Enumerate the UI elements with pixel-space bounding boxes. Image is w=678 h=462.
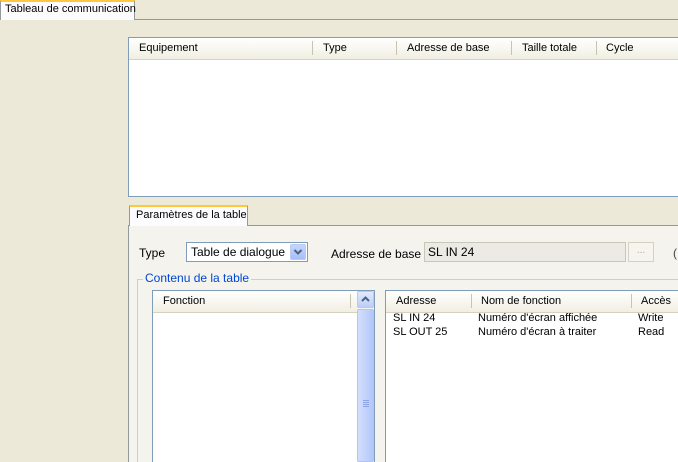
fonction-scrollbar[interactable] xyxy=(357,291,374,462)
column-separator[interactable] xyxy=(596,41,597,55)
fonction-list[interactable]: Fonction xyxy=(152,290,375,462)
column-separator[interactable] xyxy=(511,41,512,55)
fonction-list-header: Fonction xyxy=(153,291,357,313)
type-select[interactable]: Table de dialogue xyxy=(186,242,308,262)
tab-parametres-table[interactable]: Paramètres de la table xyxy=(129,205,248,226)
contenu-legend: Contenu de la table xyxy=(143,271,252,285)
column-header-equipement[interactable]: Equipement xyxy=(139,42,198,54)
type-label: Type xyxy=(139,246,166,260)
column-header-acces[interactable]: Accès xyxy=(641,295,671,307)
type-select-value: Table de dialogue xyxy=(191,245,286,259)
column-separator[interactable] xyxy=(631,294,632,308)
column-separator[interactable] xyxy=(312,41,313,55)
row-adresse: SL OUT 25 xyxy=(393,326,448,338)
column-header-cycle[interactable]: Cycle xyxy=(606,42,634,54)
column-header-adresse[interactable]: Adresse xyxy=(396,295,436,307)
browse-button[interactable]: ... xyxy=(628,242,654,262)
column-separator[interactable] xyxy=(350,294,351,308)
arrow-up-icon[interactable] xyxy=(357,291,374,308)
equipment-list[interactable]: Equipement Type Adresse de base Taille t… xyxy=(128,37,678,197)
base-address-label: Adresse de base xyxy=(331,247,422,261)
scroll-thumb[interactable] xyxy=(357,309,374,462)
row-nom-fonction: Numéro d'écran affichée xyxy=(478,312,598,324)
chevron-down-icon[interactable] xyxy=(290,244,306,260)
column-separator[interactable] xyxy=(396,41,397,55)
tab-strip-border xyxy=(135,19,678,20)
base-address-field: SL IN 24 xyxy=(424,242,626,262)
adresse-list[interactable]: Adresse Nom de fonction Accès SL IN 24 N… xyxy=(385,290,678,462)
column-header-taille-totale[interactable]: Taille totale xyxy=(522,42,577,54)
tab-tableau-communication[interactable]: Tableau de communication xyxy=(0,0,136,20)
row-acces: Write xyxy=(638,312,664,324)
row-adresse: SL IN 24 xyxy=(393,312,436,324)
column-header-adresse-de-base[interactable]: Adresse de base xyxy=(407,42,490,54)
clipped-label: ( xyxy=(673,246,677,260)
row-acces: Read xyxy=(638,326,665,338)
equipment-list-header: Equipement Type Adresse de base Taille t… xyxy=(129,38,678,60)
row-nom-fonction: Numéro d'écran à traiter xyxy=(478,326,597,338)
adresse-list-header: Adresse Nom de fonction Accès xyxy=(386,291,678,313)
column-header-nom-fonction[interactable]: Nom de fonction xyxy=(481,295,561,307)
column-header-fonction[interactable]: Fonction xyxy=(163,295,205,307)
column-separator[interactable] xyxy=(471,294,472,308)
column-header-type[interactable]: Type xyxy=(323,42,347,54)
